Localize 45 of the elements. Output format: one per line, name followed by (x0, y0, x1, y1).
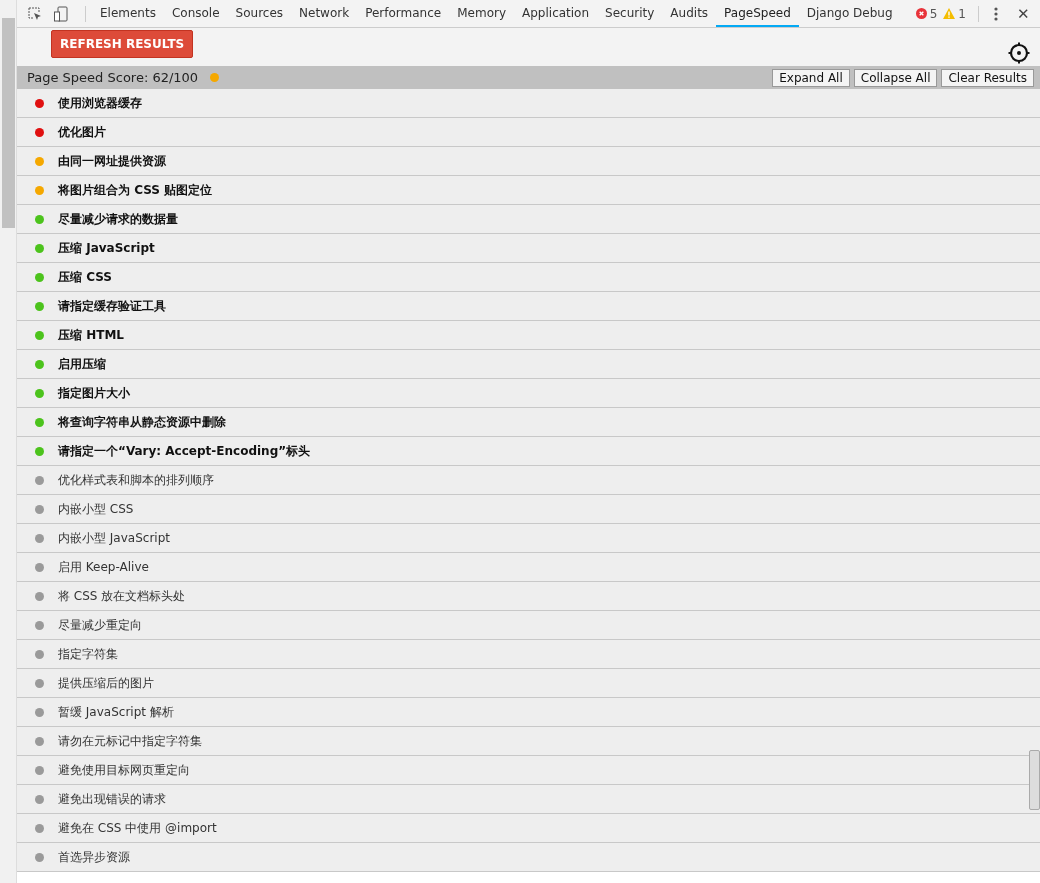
rule-item[interactable]: 请勿在元标记中指定字符集 (58, 732, 202, 750)
close-button[interactable]: ✕ (1015, 4, 1032, 23)
rule-item[interactable]: 内嵌小型 JavaScript (58, 529, 170, 547)
panel-tab[interactable]: Security (597, 0, 663, 27)
rule-item[interactable]: 指定图片大小 (58, 384, 130, 402)
panel-tab[interactable]: Network (291, 0, 358, 27)
rule-item[interactable]: 启用压缩 (58, 355, 106, 373)
rule-item[interactable]: 暂缓 JavaScript 解析 (58, 703, 174, 721)
rule-item[interactable]: 避免使用目标网页重定向 (58, 761, 190, 779)
action-button[interactable]: Clear Results (941, 68, 1034, 87)
panel-tab[interactable]: Performance (357, 0, 450, 27)
rule-item[interactable]: 避免出现错误的请求 (58, 790, 166, 808)
rule-item[interactable]: 指定字符集 (58, 645, 118, 663)
panel-tab[interactable]: Django Debug (798, 0, 901, 27)
panel-tab[interactable]: Console (163, 0, 228, 27)
rule-item[interactable]: 尽量减少请求的数据量 (58, 210, 178, 228)
error-count: 5 (929, 6, 938, 21)
rule-item[interactable]: 提供压缩后的图片 (58, 674, 154, 692)
rule-item[interactable]: 避免在 CSS 中使用 @import (58, 819, 217, 837)
rule-item[interactable]: 由同一网址提供资源 (58, 152, 166, 170)
rule-item[interactable]: 压缩 CSS (58, 268, 112, 286)
rule-item[interactable]: 请指定一个“Vary: Accept-Encoding”标头 (58, 442, 311, 460)
panel-tab[interactable]: Audits (662, 0, 717, 27)
action-button[interactable]: Expand All (772, 68, 850, 87)
rule-item[interactable]: 将图片组合为 CSS 贴图定位 (58, 181, 213, 199)
score-label: Page Speed Score: 62/100 (27, 70, 199, 85)
rule-item[interactable]: 使用浏览器缓存 (58, 94, 142, 112)
rule-item[interactable]: 启用 Keep-Alive (58, 558, 149, 576)
panel-tab[interactable]: Sources (227, 0, 292, 27)
refresh-button[interactable]: REFRESH RESULTS (51, 30, 194, 58)
panel-tab[interactable]: Elements (92, 0, 164, 27)
rule-item[interactable]: 请指定缓存验证工具 (58, 297, 166, 315)
rule-item[interactable]: 压缩 HTML (58, 326, 124, 344)
action-button[interactable]: Collapse All (853, 68, 938, 87)
rule-item[interactable]: 压缩 JavaScript (58, 239, 155, 257)
rule-item[interactable]: 首选异步资源 (58, 848, 130, 866)
rule-item[interactable]: 将 CSS 放在文档标头处 (58, 587, 186, 605)
rule-item[interactable]: 尽量减少重定向 (58, 616, 142, 634)
rule-item[interactable]: 优化样式表和脚本的排列顺序 (58, 471, 214, 489)
rule-item[interactable]: 内嵌小型 CSS (58, 500, 134, 518)
rule-item[interactable]: 优化图片 (58, 123, 106, 141)
warning-count: 1 (958, 6, 966, 21)
panel-tab[interactable]: Memory (449, 0, 514, 27)
rule-item[interactable]: 将查询字符串从静态资源中删除 (58, 413, 226, 431)
panel-tab[interactable]: Application (514, 0, 598, 27)
